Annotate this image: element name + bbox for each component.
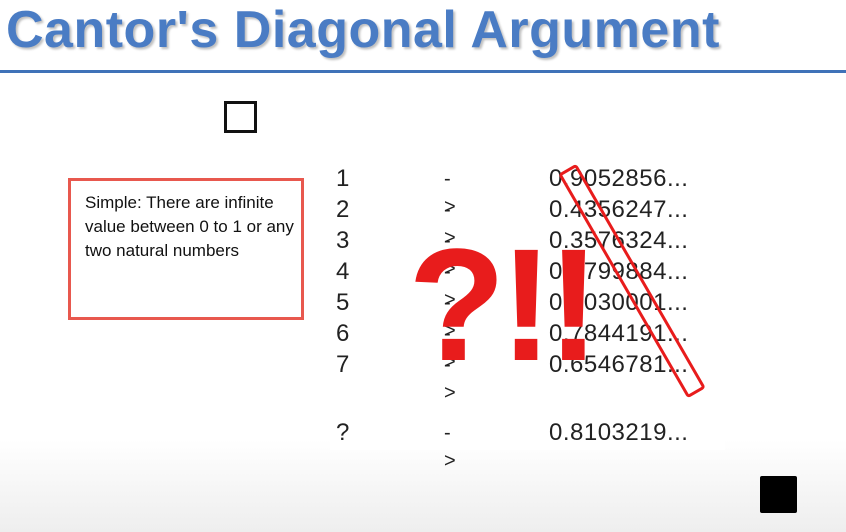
row-index: 2: [336, 196, 350, 223]
row-value: 0.9799884...: [549, 258, 689, 285]
row-index: 5: [336, 289, 350, 316]
row-value: 0.0030001...: [549, 289, 689, 316]
callout-box: Simple: There are infinite value between…: [68, 178, 304, 320]
row-value: 0.6546781...: [549, 351, 689, 378]
row-value: 0.4356247...: [549, 196, 689, 223]
number-list: 1 -> 0.9052856... 2 -> 0.4356247... 3 ->…: [330, 165, 725, 472]
row-index: 4: [336, 258, 350, 285]
stop-icon[interactable]: [760, 476, 797, 513]
slide-title: Cantor's Diagonal Argument: [6, 1, 720, 59]
row-value: 0.9052856...: [549, 165, 689, 192]
row-value: 0.8103219...: [549, 419, 689, 446]
row-value: 0.7844191...: [549, 320, 689, 347]
callout-text: Simple: There are infinite value between…: [85, 193, 294, 260]
row-arrow: ->: [444, 354, 456, 404]
row-index: 7: [336, 351, 350, 378]
row-index: 1: [336, 165, 350, 192]
title-underline: [0, 70, 846, 73]
row-index: 3: [336, 227, 350, 254]
row-value: 0.3576324...: [549, 227, 689, 254]
row-arrow: ->: [444, 422, 456, 472]
row-index: 6: [336, 320, 350, 347]
row-index: ?: [336, 419, 350, 446]
checkbox-icon[interactable]: [224, 101, 257, 133]
